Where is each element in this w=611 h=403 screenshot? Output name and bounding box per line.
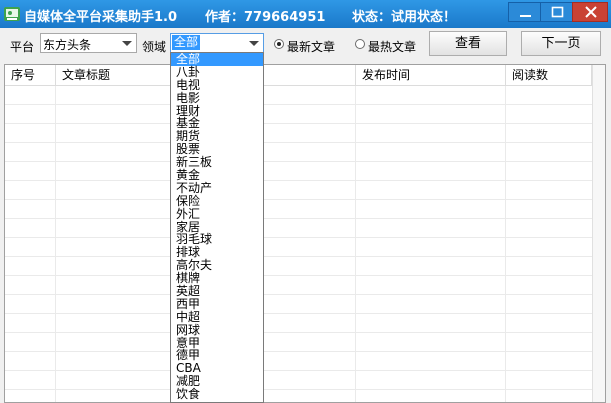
dropdown-option[interactable]: 西甲 bbox=[171, 298, 263, 311]
radio-latest-label: 最新文章 bbox=[287, 40, 336, 54]
author-info: 作者：779664951 bbox=[205, 10, 326, 25]
radio-hot-label: 最热文章 bbox=[368, 40, 417, 54]
domain-label: 领域 bbox=[142, 40, 167, 54]
close-button[interactable] bbox=[572, 2, 608, 22]
column-header-read-count[interactable]: 阅读数 bbox=[506, 65, 592, 86]
app-title: 自媒体全平台采集助手1.0 bbox=[24, 10, 178, 25]
domain-value: 全部 bbox=[172, 35, 201, 50]
close-icon bbox=[585, 6, 597, 18]
dropdown-option[interactable]: 电影 bbox=[171, 91, 263, 105]
dropdown-option[interactable]: 中超 bbox=[171, 310, 263, 324]
column-header-publish-time[interactable]: 发布时间 bbox=[356, 65, 506, 86]
dropdown-option[interactable]: 不动产 bbox=[171, 182, 263, 195]
dropdown-option[interactable]: 外汇 bbox=[171, 207, 263, 221]
dropdown-option[interactable]: 饮食 bbox=[171, 388, 263, 401]
minimize-button[interactable] bbox=[508, 2, 541, 22]
platform-select[interactable]: 东方头条 bbox=[40, 33, 137, 53]
minimize-icon bbox=[520, 15, 531, 17]
table-scrollbar[interactable] bbox=[592, 65, 605, 402]
dropdown-option[interactable]: 黄金 bbox=[171, 169, 263, 182]
article-table[interactable]: 序号 文章标题 发布时间 阅读数 bbox=[4, 64, 606, 403]
next-page-button[interactable]: 下一页 bbox=[521, 31, 601, 56]
dropdown-option[interactable]: 电视 bbox=[171, 78, 263, 92]
platform-value: 东方头条 bbox=[43, 38, 92, 52]
dropdown-option[interactable]: 八卦 bbox=[171, 65, 263, 79]
table-body bbox=[5, 86, 592, 402]
dropdown-option[interactable]: 全部 bbox=[171, 53, 263, 66]
view-button[interactable]: 查看 bbox=[429, 31, 507, 56]
chevron-down-icon bbox=[249, 41, 259, 46]
maximize-button[interactable] bbox=[540, 2, 573, 22]
title-bar: 自媒体全平台采集助手1.0 作者：779664951 状态：试用状态！ bbox=[0, 0, 611, 28]
column-header-index[interactable]: 序号 bbox=[5, 65, 56, 86]
status-text: 状态：试用状态！ bbox=[352, 10, 457, 25]
dropdown-option[interactable]: 英超 bbox=[171, 285, 263, 298]
radio-unchecked-icon bbox=[355, 39, 365, 49]
radio-checked-icon bbox=[274, 39, 284, 49]
maximize-icon bbox=[551, 6, 564, 18]
domain-select[interactable]: 全部 bbox=[170, 33, 264, 53]
chevron-down-icon bbox=[122, 41, 132, 46]
app-logo-icon bbox=[4, 7, 20, 21]
dropdown-option[interactable]: 网球 bbox=[171, 323, 263, 337]
dropdown-option[interactable]: 保险 bbox=[171, 194, 263, 208]
platform-label: 平台 bbox=[10, 40, 35, 54]
domain-dropdown-list[interactable]: 全部 八卦 电视 电影 理财 基金 期货 股票 新三板 黄金 不动产 保险 外汇 家居 羽毛球 排球 高尔夫 棋牌… bbox=[170, 52, 264, 403]
